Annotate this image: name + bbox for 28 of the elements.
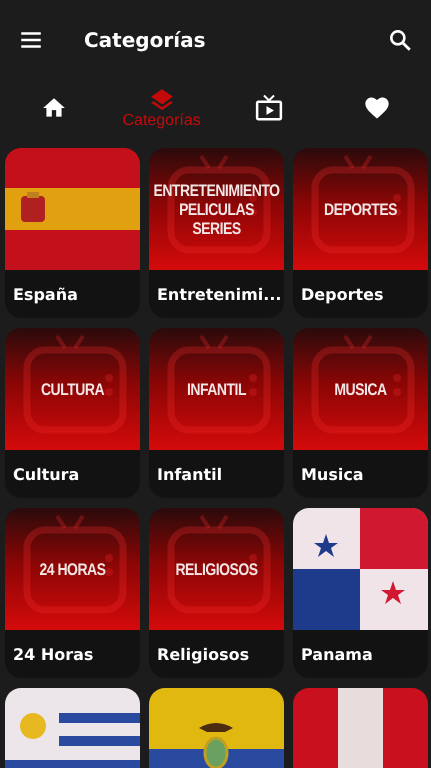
- card-label: 24 Horas: [13, 644, 94, 664]
- banner-text: CULTURA: [40, 378, 104, 400]
- card-label: Religiosos: [157, 644, 250, 664]
- banner-text: RELIGIOSOS: [175, 558, 258, 580]
- category-card[interactable]: 24 HORAS 24 Horas: [5, 508, 140, 678]
- card-label: España: [13, 284, 78, 304]
- category-card[interactable]: España: [5, 148, 140, 318]
- banner-text: 24 HORAS: [39, 558, 106, 580]
- category-card[interactable]: CULTURA Cultura: [5, 328, 140, 498]
- screen-title: Categorías: [84, 28, 206, 52]
- category-card[interactable]: DEPORTES Deportes: [293, 148, 428, 318]
- card-label: Cultura: [13, 464, 80, 484]
- category-card[interactable]: INFANTIL Infantil: [149, 328, 284, 498]
- category-card[interactable]: ENTRETENIMIENTO PELICULAS SERIES Entretenimi...: [149, 148, 284, 318]
- card-label: Deportes: [301, 284, 384, 304]
- layers-icon: [148, 87, 175, 113]
- banner-text: DEPORTES: [324, 198, 397, 220]
- card-label: Infantil: [157, 464, 222, 484]
- tv-icon: [254, 93, 284, 123]
- search-icon[interactable]: [387, 27, 413, 53]
- card-label: Musica: [301, 464, 364, 484]
- card-label: Panama: [301, 644, 373, 664]
- category-card[interactable]: MUSICA Musica: [293, 328, 428, 498]
- category-card[interactable]: Panama: [293, 508, 428, 678]
- banner-text: INFANTIL: [187, 378, 246, 400]
- banner-text: MUSICA: [334, 378, 387, 400]
- category-card[interactable]: RELIGIOSOS Religiosos: [149, 508, 284, 678]
- card-label: Entretenimi...: [157, 284, 282, 304]
